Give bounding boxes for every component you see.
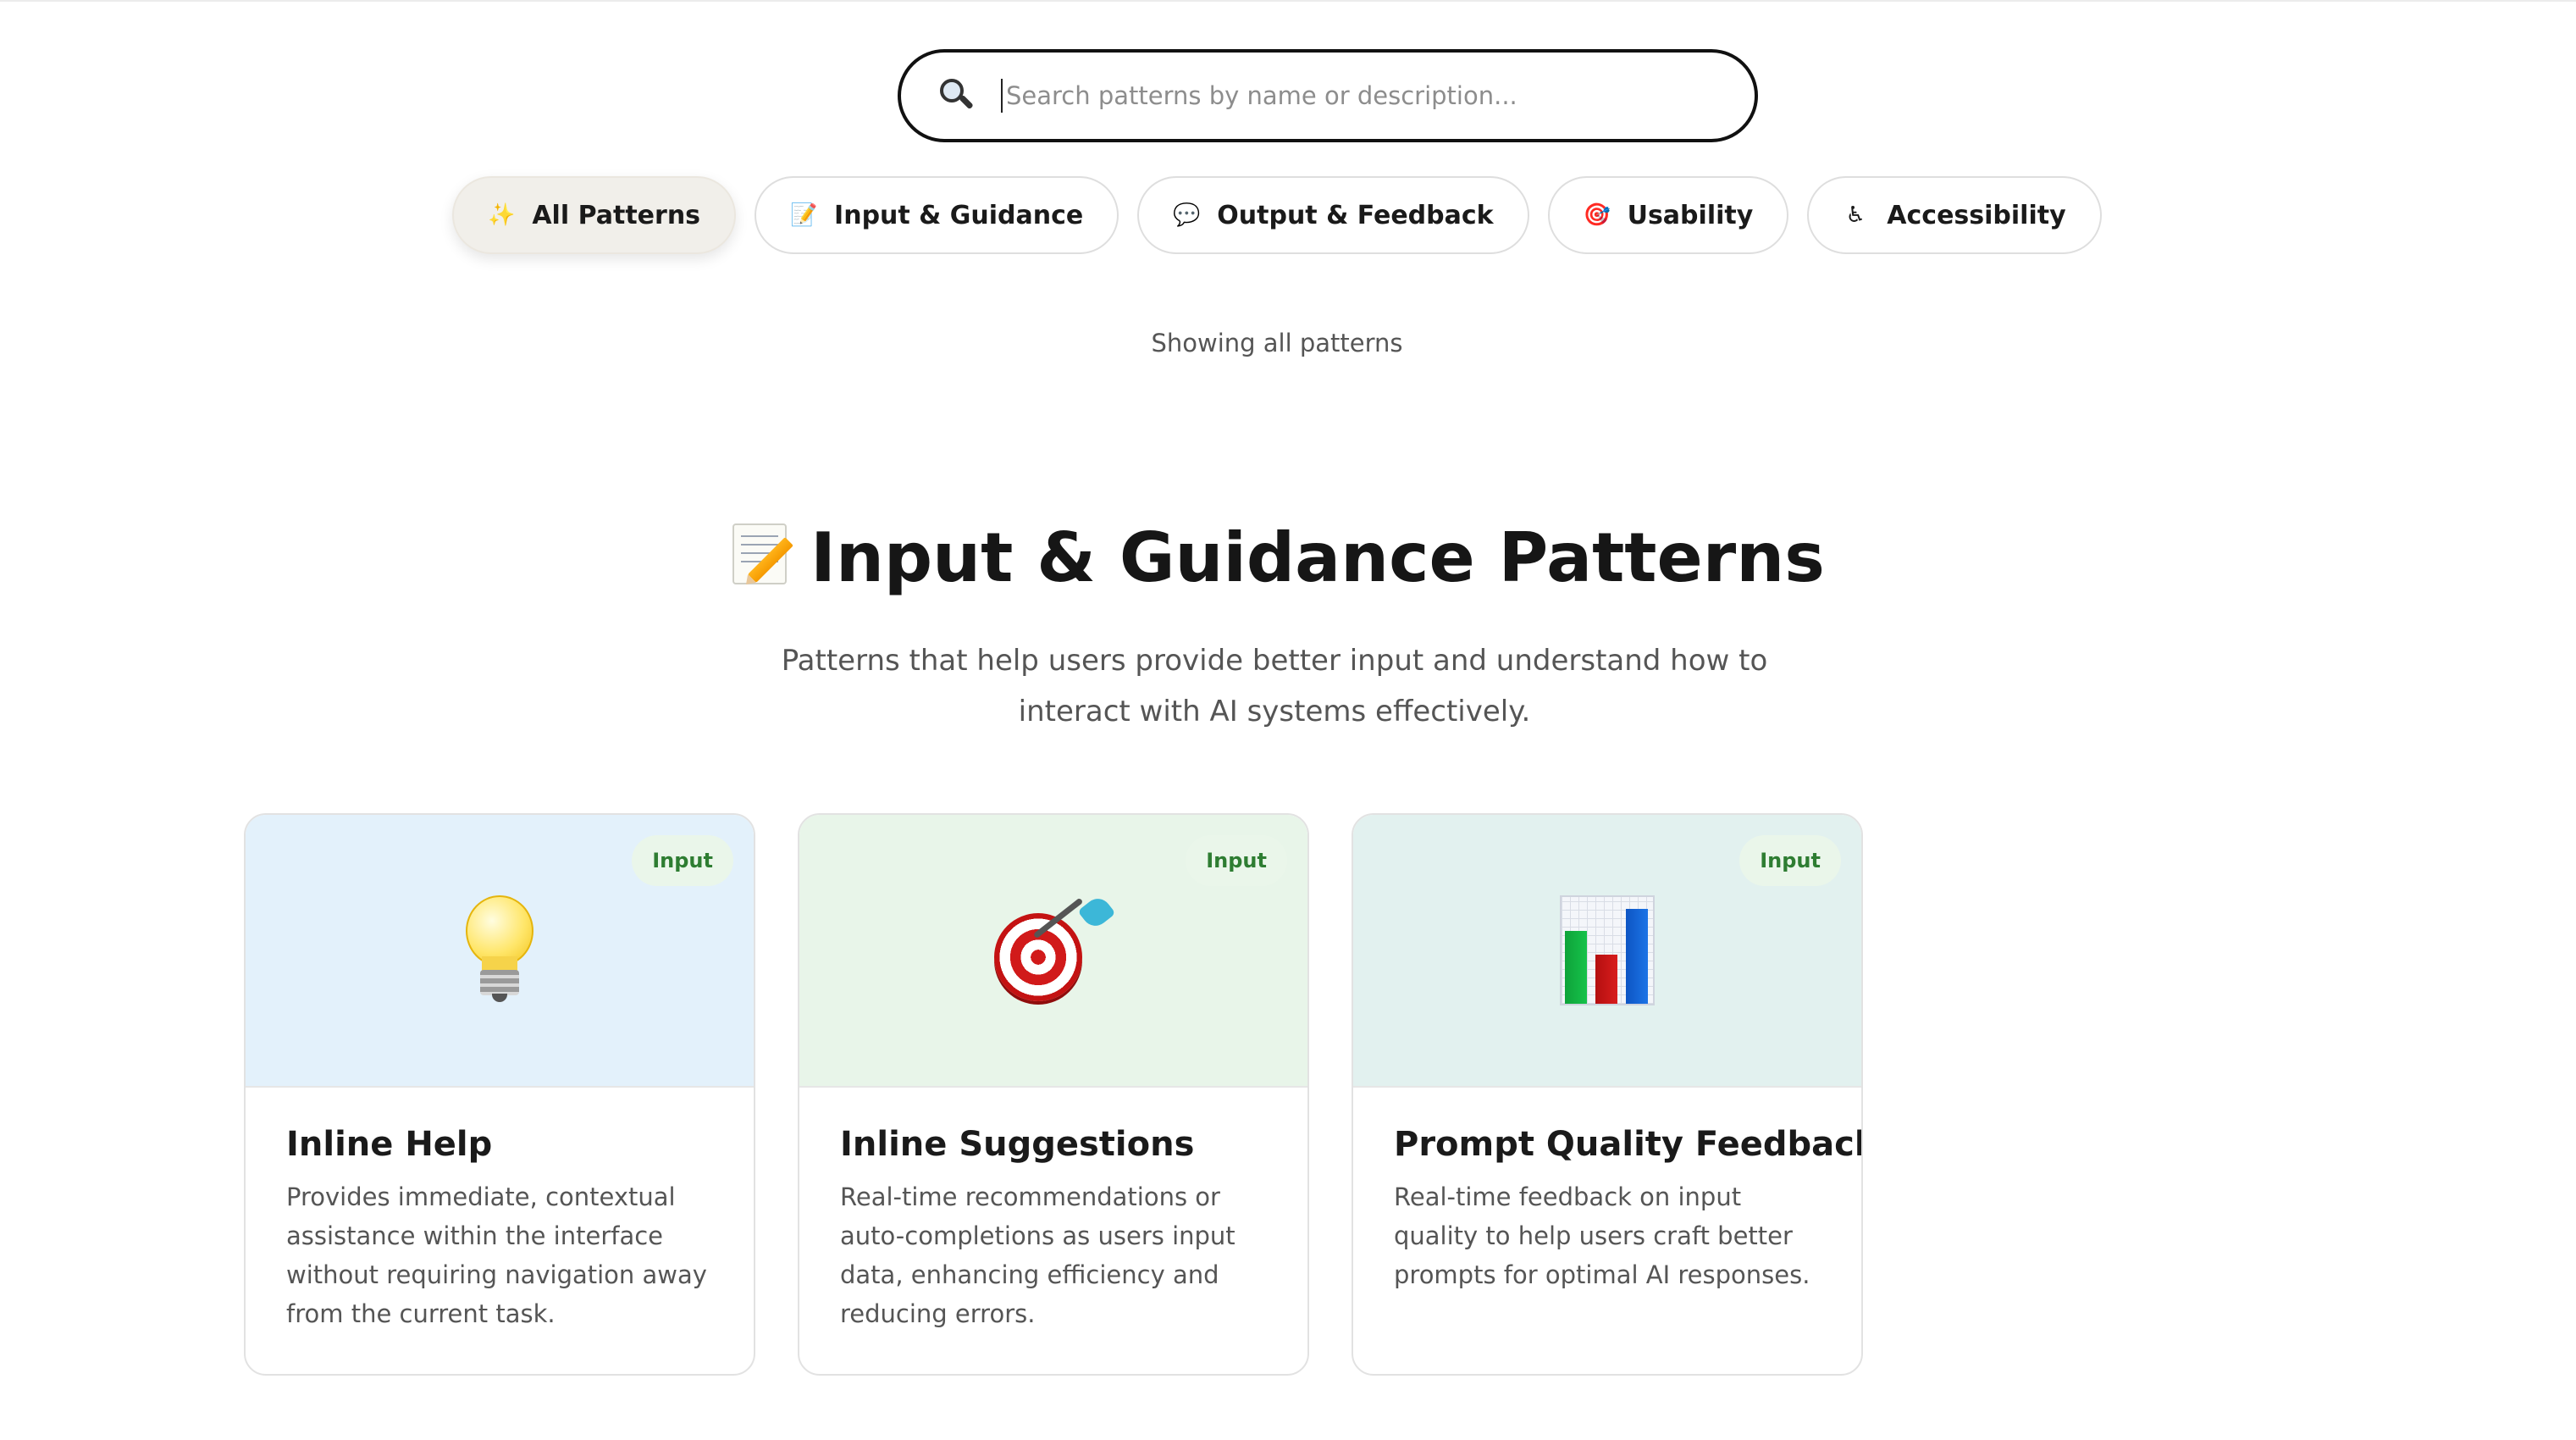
results-status: Showing all patterns [1151,329,1403,357]
wheelchair-icon: ♿ [1845,202,1866,228]
category-filters: ✨ All Patterns 📝 Input & Guidance 💬 Outp… [0,176,2576,254]
pattern-card-grid: Input Inline Help Provides immediate, co… [244,813,1863,1376]
filter-label: Input & Guidance [834,200,1084,230]
filter-input-guidance[interactable]: 📝 Input & Guidance [755,176,1119,254]
filter-label: Output & Feedback [1217,200,1494,230]
pattern-card-inline-help[interactable]: Input Inline Help Provides immediate, co… [244,813,755,1376]
card-media: Input [799,815,1307,1088]
pattern-card-inline-suggestions[interactable]: Input Inline Suggestions Real-time recom… [798,813,1309,1376]
filter-accessibility[interactable]: ♿ Accessibility [1807,176,2102,254]
card-media: Input [246,815,754,1088]
category-badge: Input [1186,835,1287,886]
filter-label: All Patterns [532,200,701,230]
card-description: Real-time recommendations or auto-comple… [840,1182,1235,1328]
card-title: Inline Help [286,1125,493,1164]
sparkles-icon: ✨ [488,202,516,228]
memo-icon [729,522,794,586]
card-title: Prompt Quality Feedback [1394,1125,1863,1164]
section-title: Input & Guidance Patterns [0,518,2576,597]
filter-usability[interactable]: 🎯 Usability [1547,176,1789,254]
section-description: Patterns that help users provide better … [781,644,1768,728]
search-bar[interactable] [898,49,1758,142]
page: ✨ All Patterns 📝 Input & Guidance 💬 Outp… [0,0,2576,1440]
bar-chart-icon [1560,895,1655,1005]
search-input[interactable] [1001,79,1755,113]
category-badge: Input [632,835,733,886]
card-description: Real-time feedback on input quality to h… [1394,1182,1810,1289]
card-description: Provides immediate, contextual assistanc… [286,1182,707,1328]
target-icon: 🎯 [1583,202,1611,228]
filter-label: Usability [1627,200,1754,230]
filter-label: Accessibility [1887,200,2066,230]
card-media: Input [1353,815,1861,1088]
memo-icon: 📝 [790,202,818,228]
speech-bubble-icon: 💬 [1173,202,1201,228]
filter-output-feedback[interactable]: 💬 Output & Feedback [1137,176,1529,254]
filter-all-patterns[interactable]: ✨ All Patterns [452,176,737,254]
lightbulb-icon [462,895,538,1005]
card-title: Inline Suggestions [840,1125,1195,1164]
magnifier-icon [938,77,976,114]
category-badge: Input [1739,835,1841,886]
target-icon [994,893,1116,1001]
section-title-text: Input & Guidance Patterns [810,518,1825,597]
pattern-card-prompt-quality-feedback[interactable]: Input Prompt Quality Feedback Real-time … [1352,813,1863,1376]
